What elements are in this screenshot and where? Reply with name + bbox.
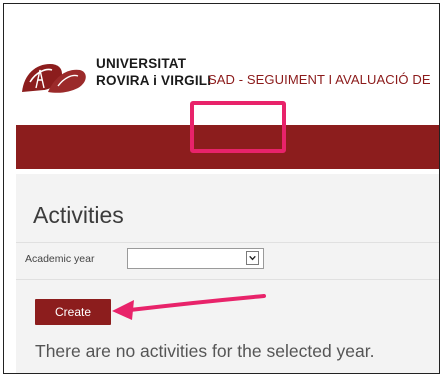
university-name: UNIVERSITAT ROVIRA i VIRGILI (96, 55, 211, 89)
nav-item-research[interactable]: RESEARCH PI (359, 4, 432, 48)
page-title: Activities (33, 202, 124, 228)
system-title: SAD - SEGUIMENT I AVALUACIÓ DE (208, 72, 431, 87)
highlight-annotation (190, 101, 286, 153)
empty-state-message: There are no activities for the selected… (35, 341, 375, 361)
arrow-icon (112, 294, 266, 320)
nav-item-home[interactable]: HOME (72, 4, 104, 48)
academic-year-select[interactable] (127, 248, 264, 269)
chevron-down-icon[interactable] (246, 251, 259, 265)
screenshot-frame: UNIVERSITAT ROVIRA i VIRGILI SAD - SEGUI… (3, 3, 440, 374)
university-name-line1: UNIVERSITAT (96, 56, 187, 71)
university-name-line2: ROVIRA i VIRGILI (96, 73, 212, 88)
university-logo-icon (22, 64, 86, 93)
nav-item-doc-activities[interactable]: DOC. ACTIVITIES (199, 4, 288, 48)
academic-year-label: Academic year (25, 253, 95, 265)
create-button[interactable]: Create (35, 299, 111, 325)
